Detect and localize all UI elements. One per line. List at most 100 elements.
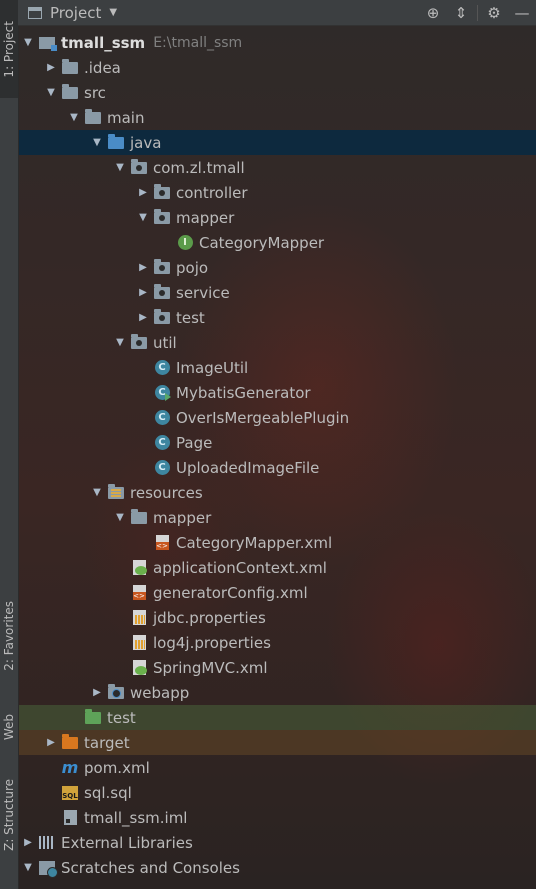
collapsed-arrow-icon[interactable]: ▶ xyxy=(41,62,61,73)
collapse-all-icon[interactable]: ⇕ xyxy=(447,4,475,22)
tab-web[interactable]: Web xyxy=(0,700,18,755)
tree-node-mapper-resources[interactable]: ▼ mapper xyxy=(18,505,536,530)
node-label: util xyxy=(153,333,177,352)
tree-node-overismergeableplugin[interactable]: C OverIsMergeablePlugin xyxy=(18,405,536,430)
tree-node-mapper[interactable]: ▼ mapper xyxy=(18,205,536,230)
folder-icon xyxy=(84,108,102,126)
chevron-down-icon[interactable]: ▼ xyxy=(109,7,117,18)
tree-node-target[interactable]: ▶ target xyxy=(18,730,536,755)
folder-icon xyxy=(130,508,148,526)
tree-node-tmall-ssm[interactable]: ▼ tmall_ssm E:\tmall_ssm xyxy=(18,30,536,55)
tree-node-page[interactable]: C Page xyxy=(18,430,536,455)
tree-node-webapp[interactable]: ▶ webapp xyxy=(18,680,536,705)
source-folder-icon xyxy=(107,133,125,151)
node-path: E:\tmall_ssm xyxy=(153,34,243,51)
tree-node-springmvc-xml[interactable]: SpringMVC.xml xyxy=(18,655,536,680)
package-icon xyxy=(153,283,171,301)
tree-node-log4j-properties[interactable]: log4j.properties xyxy=(18,630,536,655)
expanded-arrow-icon[interactable]: ▼ xyxy=(87,487,107,498)
tree-node-test-folder[interactable]: test xyxy=(18,705,536,730)
package-icon xyxy=(153,183,171,201)
tree-node-sql-sql[interactable]: SQL sql.sql xyxy=(18,780,536,805)
collapsed-arrow-icon[interactable]: ▶ xyxy=(18,837,38,848)
tree-node-mybatisgenerator[interactable]: C MybatisGenerator xyxy=(18,380,536,405)
collapsed-arrow-icon[interactable]: ▶ xyxy=(133,312,153,323)
collapsed-arrow-icon[interactable]: ▶ xyxy=(133,287,153,298)
tree-node-idea[interactable]: ▶ .idea xyxy=(18,55,536,80)
package-icon xyxy=(153,208,171,226)
tree-node-generatorconfig-xml[interactable]: generatorConfig.xml xyxy=(18,580,536,605)
package-icon xyxy=(130,333,148,351)
node-label: External Libraries xyxy=(61,833,193,852)
tab-project-label: 1: Project xyxy=(2,20,16,78)
tree-node-categorymapper[interactable]: I CategoryMapper xyxy=(18,230,536,255)
class-icon: C xyxy=(153,435,171,451)
expanded-arrow-icon[interactable]: ▼ xyxy=(110,337,130,348)
expanded-arrow-icon[interactable]: ▼ xyxy=(110,162,130,173)
folder-icon xyxy=(61,58,79,76)
tree-node-pom-xml[interactable]: m pom.xml xyxy=(18,755,536,780)
expanded-arrow-icon[interactable]: ▼ xyxy=(87,137,107,148)
expanded-arrow-icon[interactable]: ▼ xyxy=(133,212,153,223)
panel-title[interactable]: Project xyxy=(50,4,101,22)
tab-project[interactable]: 1: Project xyxy=(0,0,18,98)
tab-web-label: Web xyxy=(2,714,16,741)
spring-xml-icon xyxy=(130,660,148,676)
expanded-arrow-icon[interactable]: ▼ xyxy=(110,512,130,523)
expanded-arrow-icon[interactable]: ▼ xyxy=(18,862,38,873)
tree-node-src[interactable]: ▼ src xyxy=(18,80,536,105)
tab-favorites-label: 2: Favorites xyxy=(2,600,16,671)
node-label: pojo xyxy=(176,258,209,277)
tree-node-jdbc-properties[interactable]: jdbc.properties xyxy=(18,605,536,630)
tree-node-imageutil[interactable]: C ImageUtil xyxy=(18,355,536,380)
tree-node-external-libraries[interactable]: ▶ External Libraries xyxy=(18,830,536,855)
expanded-arrow-icon[interactable]: ▼ xyxy=(18,37,38,48)
tree-node-test-package[interactable]: ▶ test xyxy=(18,305,536,330)
node-label: src xyxy=(84,83,106,102)
tree-node-com-zl-tmall[interactable]: ▼ com.zl.tmall xyxy=(18,155,536,180)
scratches-icon xyxy=(38,860,58,878)
tree-node-pojo[interactable]: ▶ pojo xyxy=(18,255,536,280)
folder-icon xyxy=(61,83,79,101)
tree-node-util[interactable]: ▼ util xyxy=(18,330,536,355)
collapsed-arrow-icon[interactable]: ▶ xyxy=(133,187,153,198)
excluded-folder-icon xyxy=(61,733,79,751)
tab-favorites[interactable]: 2: Favorites xyxy=(0,588,18,683)
tree-node-main[interactable]: ▼ main xyxy=(18,105,536,130)
node-label: controller xyxy=(176,183,248,202)
test-folder-icon xyxy=(84,708,102,726)
tree-node-java[interactable]: ▼ java xyxy=(18,130,536,155)
node-label: UploadedImageFile xyxy=(176,458,320,477)
xml-file-icon xyxy=(130,585,148,601)
expanded-arrow-icon[interactable]: ▼ xyxy=(64,112,84,123)
collapsed-arrow-icon[interactable]: ▶ xyxy=(133,262,153,273)
properties-file-icon xyxy=(130,610,148,626)
tree-node-service[interactable]: ▶ service xyxy=(18,280,536,305)
node-label: .idea xyxy=(84,58,121,77)
gear-icon[interactable]: ⚙ xyxy=(480,4,508,22)
node-label: OverIsMergeablePlugin xyxy=(176,408,350,427)
collapsed-arrow-icon[interactable]: ▶ xyxy=(87,687,107,698)
tree-node-uploadedimagefile[interactable]: C UploadedImageFile xyxy=(18,455,536,480)
tree-node-applicationcontext-xml[interactable]: applicationContext.xml xyxy=(18,555,536,580)
tree-node-tmall-ssm-iml[interactable]: tmall_ssm.iml xyxy=(18,805,536,830)
collapsed-arrow-icon[interactable]: ▶ xyxy=(41,737,61,748)
node-label: webapp xyxy=(130,683,190,702)
minimize-icon[interactable]: — xyxy=(508,4,536,22)
tree-node-resources[interactable]: ▼ resources xyxy=(18,480,536,505)
node-label: jdbc.properties xyxy=(153,608,266,627)
tree-node-scratches[interactable]: ▼ Scratches and Consoles xyxy=(18,855,536,880)
node-label: Scratches and Consoles xyxy=(61,858,240,877)
module-folder-icon xyxy=(38,35,57,51)
package-icon xyxy=(130,158,148,176)
tab-structure[interactable]: Z: Structure xyxy=(0,775,18,855)
node-label: SpringMVC.xml xyxy=(153,658,268,677)
node-label: applicationContext.xml xyxy=(153,558,327,577)
expanded-arrow-icon[interactable]: ▼ xyxy=(41,87,61,98)
spring-xml-icon xyxy=(130,560,148,576)
tree-node-controller[interactable]: ▶ controller xyxy=(18,180,536,205)
locate-icon[interactable]: ⊕ xyxy=(419,4,447,22)
sql-file-icon: SQL xyxy=(61,785,79,801)
package-icon xyxy=(153,258,171,276)
tree-node-categorymapper-xml[interactable]: CategoryMapper.xml xyxy=(18,530,536,555)
